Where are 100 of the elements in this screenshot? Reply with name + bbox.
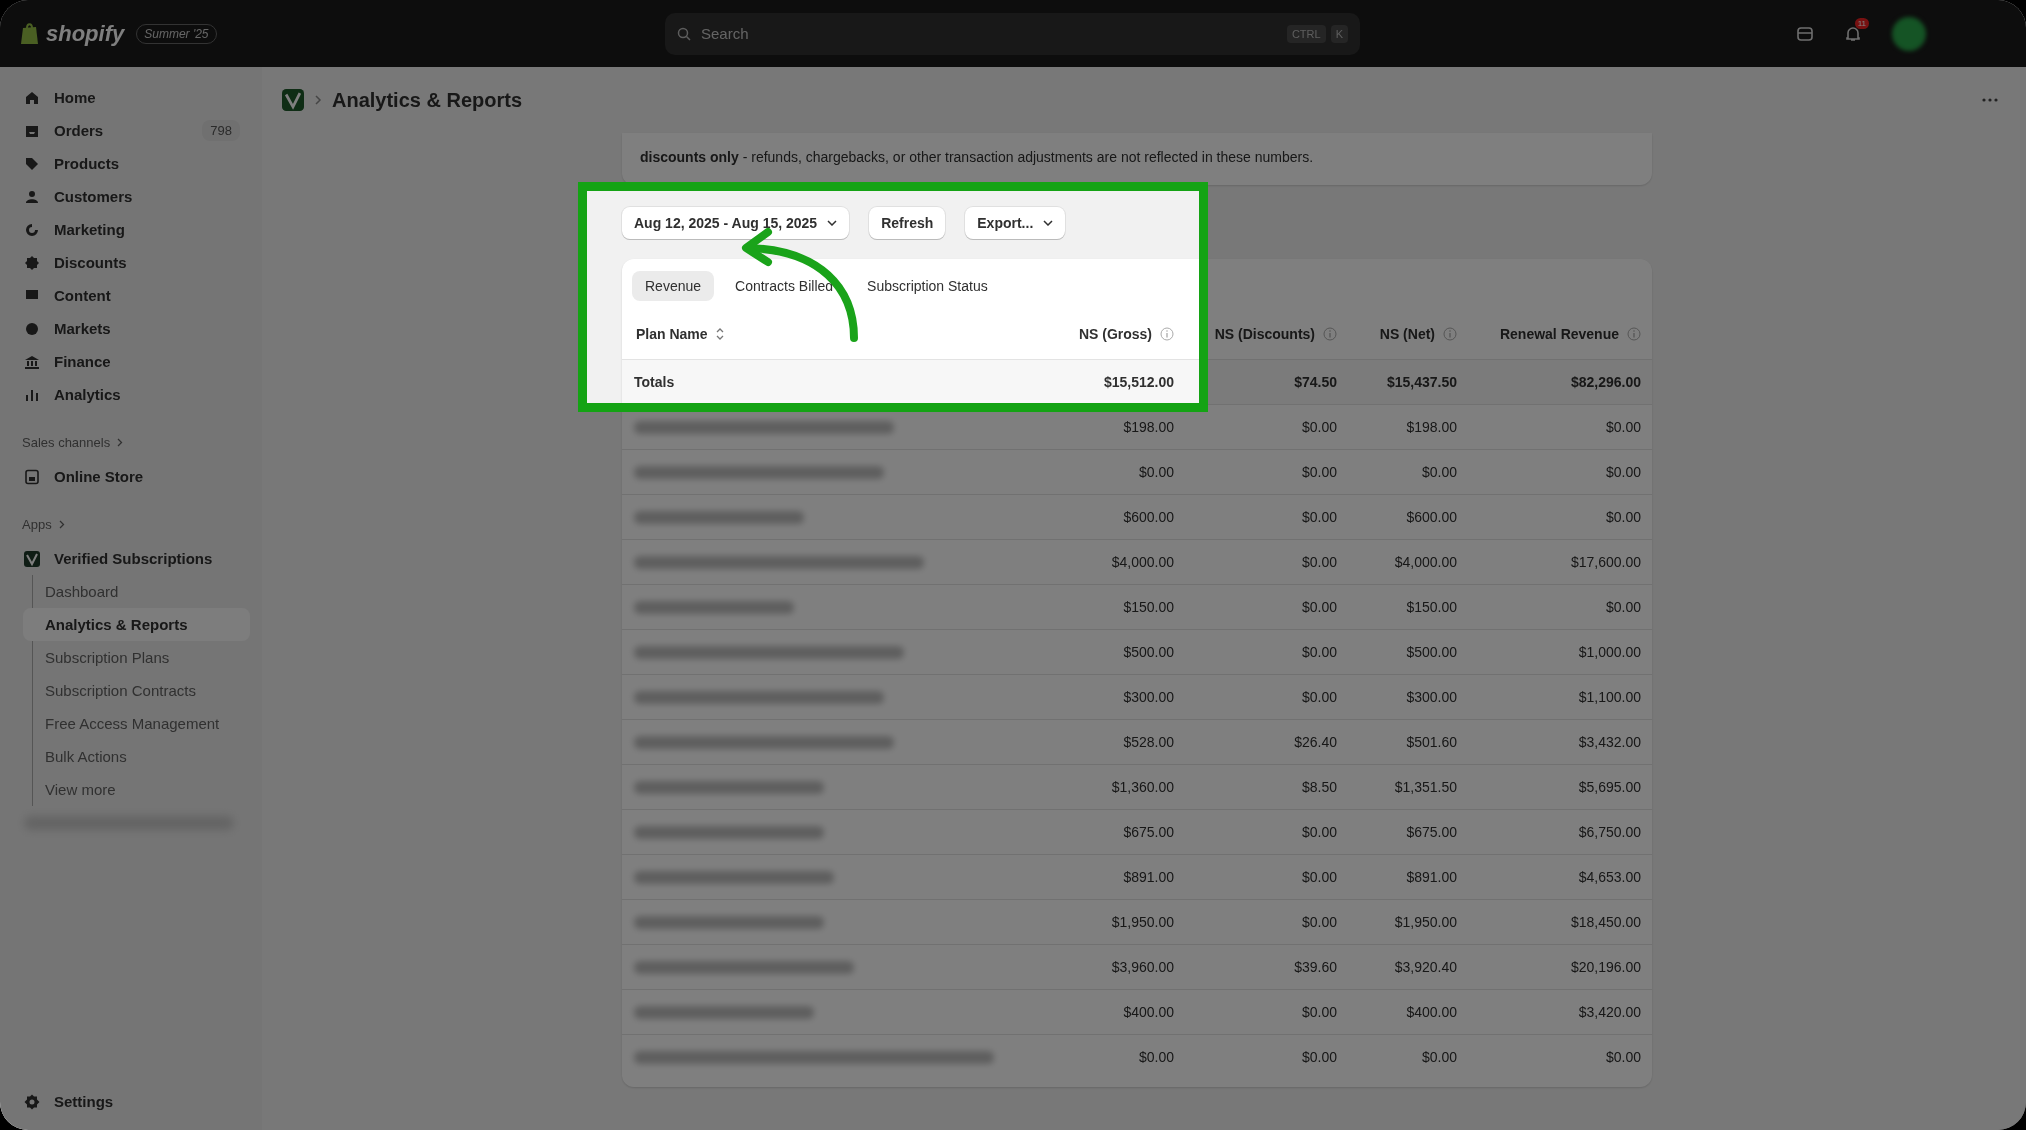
- column-header[interactable]: NS (Discounts): [1174, 326, 1337, 342]
- nav-item[interactable]: Customers: [14, 180, 250, 213]
- info-icon: [1323, 327, 1337, 341]
- column-header[interactable]: Plan Name: [622, 326, 994, 342]
- table-cell-text: $0.00: [1604, 509, 1641, 525]
- nav-item[interactable]: Content: [14, 279, 250, 312]
- page-title: Analytics & Reports: [332, 88, 523, 112]
- table-cell-text: $82,296.00: [1569, 374, 1641, 390]
- table-cell-text: $0.00: [1300, 689, 1337, 705]
- table-cell-text: $0.00: [1300, 824, 1337, 840]
- table-cell-text: $500.00: [1122, 644, 1174, 660]
- tab[interactable]: Contracts Billed: [722, 271, 847, 301]
- gear-icon: [24, 1093, 40, 1110]
- table-cell-text: Totals: [633, 374, 676, 390]
- table-cell-text: $1,100.00: [1577, 689, 1641, 705]
- table-cell-text: $198.00: [1405, 419, 1457, 435]
- nav-subitem[interactable]: Bulk Actions: [23, 740, 250, 773]
- tag-icon: [24, 155, 40, 172]
- table-cell-text: $0.00: [1300, 869, 1337, 885]
- shopping-bag-icon: [20, 21, 40, 46]
- nav-item[interactable]: Discounts: [14, 246, 250, 279]
- nav-subitem[interactable]: Subscription Plans: [23, 641, 250, 674]
- search-field[interactable]: Search: [699, 24, 1279, 43]
- table-cell-text: $891.00: [1122, 869, 1174, 885]
- table-cell-text: $891.00: [1405, 869, 1457, 885]
- bell-icon[interactable]: [1844, 24, 1862, 43]
- nav-item[interactable]: Home: [14, 81, 250, 114]
- bank-icon: [24, 353, 40, 370]
- table-cell-text: $0.00: [1300, 644, 1337, 660]
- info-icon: [1160, 327, 1174, 341]
- avatar[interactable]: [1892, 16, 1926, 51]
- chevron-right-icon: [117, 438, 124, 447]
- info-icon: [1443, 327, 1457, 341]
- table-cell-text: $0.00: [1300, 599, 1337, 615]
- store-icon[interactable]: [1796, 24, 1814, 43]
- table-cell-text: $1,000.00: [1577, 644, 1641, 660]
- search-icon: [677, 26, 691, 41]
- person-icon: [24, 188, 40, 205]
- table-cell-text: $198.00: [1122, 419, 1174, 435]
- tab[interactable]: Subscription Status: [854, 271, 1001, 301]
- nav-subitem[interactable]: Free Access Management: [23, 707, 250, 740]
- table-cell-text: $6,750.00: [1577, 824, 1641, 840]
- table-cell-text: $1,950.00: [1393, 914, 1457, 930]
- nav-subitem[interactable]: Subscription Contracts: [23, 674, 250, 707]
- table-cell-text: $17,600.00: [1569, 554, 1641, 570]
- table-cell-text: $675.00: [1122, 824, 1174, 840]
- tab[interactable]: Revenue: [632, 271, 715, 301]
- table-cell-text: $0.00: [1420, 1049, 1457, 1065]
- export-button[interactable]: Export...: [965, 207, 1066, 239]
- info-icon: [1627, 327, 1641, 341]
- nav-item[interactable]: Marketing: [14, 213, 250, 246]
- date-range-button[interactable]: Aug 12, 2025 - Aug 15, 2025: [622, 207, 850, 239]
- table-cell-text: $0.00: [1137, 464, 1174, 480]
- more-icon: [1982, 98, 1998, 102]
- caret-icon: [827, 220, 838, 226]
- table-cell-text: $675.00: [1405, 824, 1457, 840]
- nav-subitem[interactable]: Analytics & Reports: [23, 608, 250, 641]
- column-header[interactable]: Renewal Revenue: [1457, 326, 1641, 342]
- table-cell-text: $0.00: [1300, 914, 1337, 930]
- logo-wordmark[interactable]: shopify: [46, 20, 125, 47]
- column-header[interactable]: NS (Net): [1337, 326, 1457, 342]
- table-cell-text: $0.00: [1420, 464, 1457, 480]
- table-cell-text: $26.40: [1293, 734, 1337, 750]
- section-heading[interactable]: Sales channels: [22, 435, 111, 450]
- caret-icon: [1043, 220, 1054, 226]
- table-cell-text: $5,695.00: [1577, 779, 1641, 795]
- table-cell-text: $0.00: [1300, 509, 1337, 525]
- app-icon: [282, 89, 304, 111]
- table-cell-text: $150.00: [1405, 599, 1457, 615]
- table-cell-text: $0.00: [1137, 1049, 1174, 1065]
- refresh-button[interactable]: Refresh: [869, 207, 946, 239]
- nav-item[interactable]: Verified Subscriptions: [14, 542, 250, 575]
- table-cell-text: $0.00: [1604, 1049, 1641, 1065]
- section-heading[interactable]: Apps: [22, 517, 52, 532]
- table-cell-text: $600.00: [1405, 509, 1457, 525]
- app-icon: [24, 550, 40, 567]
- nav-subitem[interactable]: View more: [23, 773, 250, 806]
- table-cell-text: $15,437.50: [1385, 374, 1457, 390]
- table-cell-text: $300.00: [1122, 689, 1174, 705]
- count-badge: 798: [202, 120, 240, 141]
- nav-item[interactable]: Online Store: [14, 460, 250, 493]
- nav-item[interactable]: Orders 798: [14, 114, 250, 147]
- table-cell-text: $74.50: [1293, 374, 1337, 390]
- nav-item[interactable]: Analytics: [14, 378, 250, 411]
- table-cell-text: $3,920.40: [1393, 959, 1457, 975]
- nav-item[interactable]: Finance: [14, 345, 250, 378]
- nav-item[interactable]: Products: [14, 147, 250, 180]
- table-cell-text: $4,000.00: [1110, 554, 1174, 570]
- table-cell-text: $400.00: [1405, 1004, 1457, 1020]
- table-cell-text: $0.00: [1604, 419, 1641, 435]
- house-icon: [24, 89, 40, 106]
- column-header[interactable]: NS (Gross): [994, 326, 1174, 342]
- nav-item[interactable]: Settings: [14, 1085, 250, 1118]
- table-cell-text: $150.00: [1122, 599, 1174, 615]
- table-cell-text: $3,432.00: [1577, 734, 1641, 750]
- nav-subitem[interactable]: Dashboard: [23, 575, 250, 608]
- storefront-icon: [24, 468, 40, 485]
- table-cell-text: $0.00: [1604, 599, 1641, 615]
- table-cell-text: $3,420.00: [1577, 1004, 1641, 1020]
- nav-item[interactable]: Markets: [14, 312, 250, 345]
